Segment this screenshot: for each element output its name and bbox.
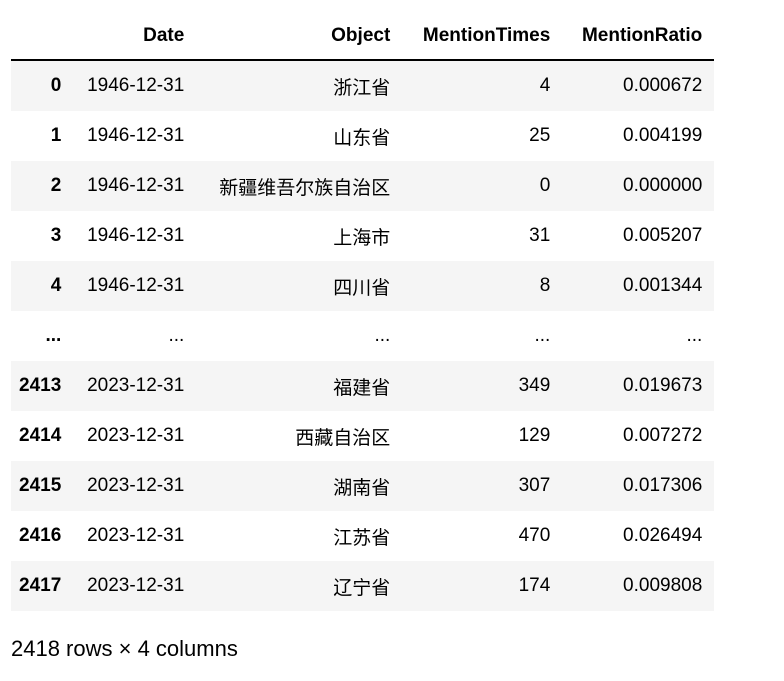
cell-mentionratio: 0.000000 (623, 175, 703, 196)
dataframe-shape-summary: 2418 rows × 4 columns (11, 636, 238, 661)
cell-mentionratio: 0.026494 (623, 525, 703, 546)
row-index: 2417 (19, 575, 62, 596)
column-header-date: Date (71, 12, 197, 61)
row-index: 3 (50, 225, 62, 246)
cell-date: 2023-12-31 (87, 525, 185, 546)
table-row: 2 1946-12-31 新疆维吾尔族自治区 0 0.000000 (11, 161, 715, 211)
cell-mentiontimes: 307 (518, 475, 551, 496)
cell-date: ... (168, 325, 185, 346)
cell-object: 浙江省 (333, 77, 391, 99)
table-header: Date Object MentionTimes MentionRatio (11, 12, 715, 61)
cell-mentionratio: 0.004199 (623, 125, 703, 146)
cell-object: 辽宁省 (333, 577, 391, 599)
cell-mentiontimes: 129 (518, 425, 551, 446)
cell-mentionratio: 0.005207 (623, 225, 703, 246)
cell-mentiontimes: ... (534, 325, 551, 346)
row-index: 2 (50, 175, 62, 196)
row-index: 2416 (19, 525, 62, 546)
cell-mentiontimes: 0 (539, 175, 551, 196)
cell-date: 1946-12-31 (87, 175, 185, 196)
header-row: Date Object MentionTimes MentionRatio (11, 12, 715, 61)
cell-mentionratio: 0.007272 (623, 425, 703, 446)
cell-object: 山东省 (333, 127, 391, 149)
cell-mentiontimes: 4 (539, 75, 551, 96)
cell-mentiontimes: 470 (518, 525, 551, 546)
cell-object: 上海市 (333, 227, 391, 249)
table-row: 2414 2023-12-31 西藏自治区 129 0.007272 (11, 411, 715, 461)
row-index: 2413 (19, 375, 62, 396)
row-index: 4 (50, 275, 62, 296)
cell-object: 湖南省 (333, 477, 391, 499)
table-row: 3 1946-12-31 上海市 31 0.005207 (11, 211, 715, 261)
cell-date: 2023-12-31 (87, 425, 185, 446)
row-index: 2414 (19, 425, 62, 446)
cell-date: 1946-12-31 (87, 125, 185, 146)
cell-object: 西藏自治区 (295, 427, 391, 449)
table-row: 0 1946-12-31 浙江省 4 0.000672 (11, 60, 715, 111)
column-header-mentiontimes: MentionTimes (402, 12, 563, 61)
cell-mentionratio: ... (686, 325, 703, 346)
cell-date: 2023-12-31 (87, 475, 185, 496)
cell-mentionratio: 0.019673 (623, 375, 703, 396)
cell-mentionratio: 0.009808 (623, 575, 703, 596)
table-row: 2417 2023-12-31 辽宁省 174 0.009808 (11, 561, 715, 611)
column-header-mentionratio: MentionRatio (562, 12, 715, 61)
cell-object: 福建省 (333, 377, 391, 399)
table-row: 2413 2023-12-31 福建省 349 0.019673 (11, 361, 715, 411)
row-index: 1 (50, 125, 62, 146)
dataframe-container: Date Object MentionTimes MentionRatio 0 … (11, 12, 715, 611)
table-row: 1 1946-12-31 山东省 25 0.004199 (11, 111, 715, 161)
cell-mentionratio: 0.000672 (623, 75, 703, 96)
row-index: 0 (50, 75, 62, 96)
cell-mentiontimes: 174 (518, 575, 551, 596)
column-header-object: Object (196, 12, 403, 61)
row-index: ... (45, 325, 62, 346)
table-row: 4 1946-12-31 四川省 8 0.001344 (11, 261, 715, 311)
cell-object: ... (374, 325, 391, 346)
cell-mentionratio: 0.001344 (623, 275, 703, 296)
cell-object: 四川省 (333, 277, 391, 299)
cell-date: 2023-12-31 (87, 575, 185, 596)
table-row: 2415 2023-12-31 湖南省 307 0.017306 (11, 461, 715, 511)
cell-mentiontimes: 349 (518, 375, 551, 396)
cell-date: 1946-12-31 (87, 275, 185, 296)
cell-date: 1946-12-31 (87, 75, 185, 96)
ellipsis-row: ... ... ... ... ... (11, 311, 715, 361)
cell-object: 新疆维吾尔族自治区 (219, 177, 391, 199)
cell-date: 2023-12-31 (87, 375, 185, 396)
index-header (11, 12, 72, 61)
cell-date: 1946-12-31 (87, 225, 185, 246)
cell-object: 江苏省 (333, 527, 391, 549)
cell-mentiontimes: 25 (529, 125, 551, 146)
cell-mentiontimes: 31 (529, 225, 551, 246)
table-row: 2416 2023-12-31 江苏省 470 0.026494 (11, 511, 715, 561)
table-body: 0 1946-12-31 浙江省 4 0.000672 1 1946-12-31… (11, 60, 715, 611)
cell-mentionratio: 0.017306 (623, 475, 703, 496)
cell-mentiontimes: 8 (539, 275, 551, 296)
row-index: 2415 (19, 475, 62, 496)
dataframe-table: Date Object MentionTimes MentionRatio 0 … (11, 12, 715, 611)
